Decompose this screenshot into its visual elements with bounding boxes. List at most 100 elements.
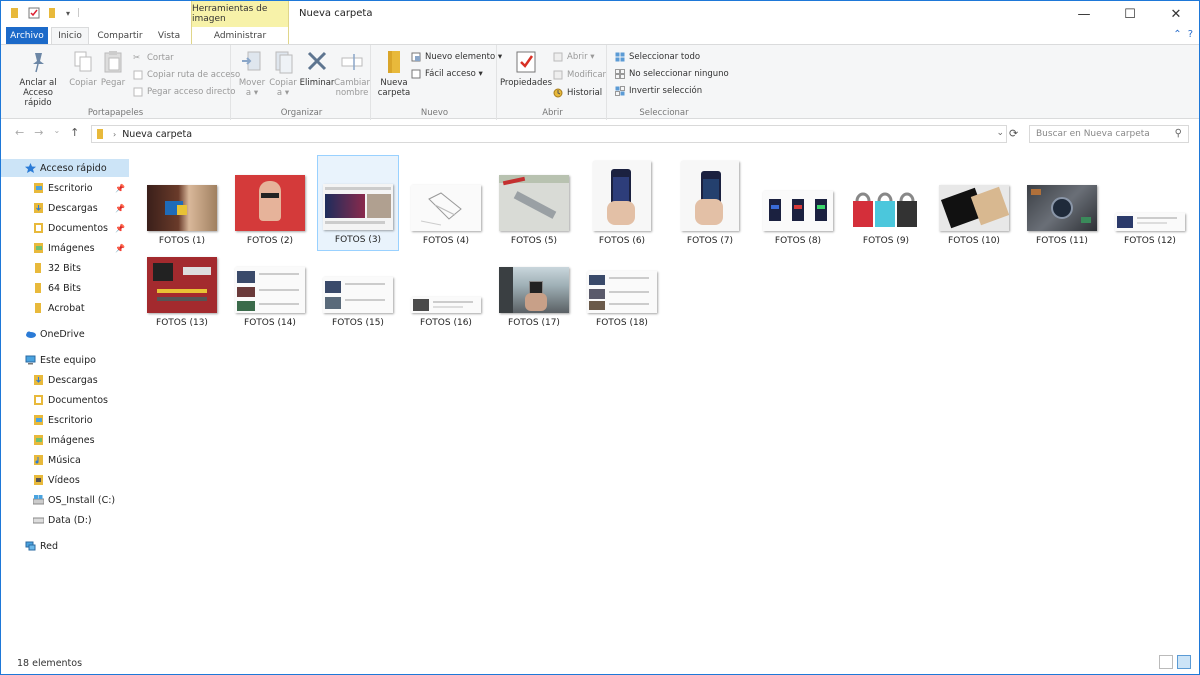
nav-item-pc-videos[interactable]: Vídeos xyxy=(1,471,129,489)
copy-path-button[interactable]: Copiar ruta de acceso xyxy=(133,70,240,80)
file-item[interactable]: FOTOS (3) xyxy=(317,155,399,251)
nav-item-downloads[interactable]: Descargas 📌 xyxy=(1,199,129,217)
easy-access-icon xyxy=(411,69,421,79)
open-button[interactable]: Abrir ▾ xyxy=(553,52,595,62)
nav-item-network[interactable]: Red xyxy=(1,537,129,555)
breadcrumb-separator-icon[interactable]: › xyxy=(113,130,116,139)
rename-button[interactable]: Cambiar nombre xyxy=(334,49,370,98)
select-group: Seleccionar todo No seleccionar ninguno … xyxy=(609,45,729,120)
details-view-icon[interactable] xyxy=(1159,655,1173,669)
nav-item-onedrive[interactable]: OneDrive xyxy=(1,325,129,343)
image-thumbnail xyxy=(593,161,651,231)
nav-item-drive-c[interactable]: OS_Install (C:) xyxy=(1,491,129,509)
move-to-button[interactable]: Mover a ▾ xyxy=(237,49,267,98)
file-item[interactable]: FOTOS (10) xyxy=(933,157,1015,253)
image-thumbnail xyxy=(147,185,217,231)
file-item[interactable]: FOTOS (18) xyxy=(581,239,663,335)
folder-icon[interactable] xyxy=(9,7,21,19)
copy-to-button[interactable]: Copiar a ▾ xyxy=(269,49,297,98)
history-button[interactable]: Historial xyxy=(553,88,602,98)
copy-path-label: Copiar ruta de acceso xyxy=(147,70,241,80)
copy-button[interactable]: Copiar xyxy=(69,49,97,88)
easy-access-button[interactable]: Fácil acceso ▾ xyxy=(411,69,483,79)
tab-file[interactable]: Archivo xyxy=(6,27,48,44)
quick-access-toolbar: ▾ | xyxy=(9,7,80,19)
title-bar: ▾ | Herramientas de imagen Nueva carpeta… xyxy=(1,1,1199,27)
invert-selection-button[interactable]: Invertir selección xyxy=(615,86,702,96)
paste-shortcut-button[interactable]: Pegar acceso directo xyxy=(133,87,235,97)
pin-label: Anclar al Acceso rápido xyxy=(19,78,57,108)
nav-item-pc-downloads[interactable]: Descargas xyxy=(1,371,129,389)
nav-item-label: Escritorio xyxy=(48,182,93,194)
tab-manage[interactable]: Administrar xyxy=(191,27,289,44)
edit-icon xyxy=(553,70,563,80)
select-all-button[interactable]: Seleccionar todo xyxy=(615,52,700,62)
file-item[interactable]: FOTOS (13) xyxy=(141,239,223,335)
file-name: FOTOS (14) xyxy=(244,318,296,328)
file-item[interactable]: FOTOS (14) xyxy=(229,239,311,335)
search-input[interactable]: Buscar en Nueva carpeta ⚲ xyxy=(1029,125,1189,143)
nav-item-pc-pictures[interactable]: Imágenes xyxy=(1,431,129,449)
recent-chevron-icon[interactable]: ⌄ xyxy=(53,126,60,139)
help-icon[interactable]: ? xyxy=(1188,29,1193,40)
image-thumbnail xyxy=(235,175,305,231)
address-dropdown-icon[interactable]: ⌄ xyxy=(996,128,1004,138)
properties-icon[interactable] xyxy=(28,7,40,19)
collapse-ribbon-icon[interactable]: ⌃ xyxy=(1173,29,1181,40)
file-item[interactable]: FOTOS (16) xyxy=(405,239,487,335)
nav-item-label: 64 Bits xyxy=(48,282,81,294)
select-none-button[interactable]: No seleccionar ninguno xyxy=(615,69,729,79)
new-folder-button[interactable]: Nueva carpeta xyxy=(377,49,411,98)
file-item[interactable]: FOTOS (11) xyxy=(1021,157,1103,253)
file-item[interactable]: FOTOS (17) xyxy=(493,239,575,335)
address-bar[interactable]: › Nueva carpeta ⌄ xyxy=(91,125,1007,143)
tab-home[interactable]: Inicio xyxy=(51,27,89,44)
nav-item-drive-d[interactable]: Data (D:) xyxy=(1,511,129,529)
customize-qat-icon[interactable]: ▾ xyxy=(66,9,70,18)
nav-item-pc-music[interactable]: Música xyxy=(1,451,129,469)
edit-button[interactable]: Modificar xyxy=(553,70,606,80)
nav-item-documents[interactable]: Documentos 📌 xyxy=(1,219,129,237)
cut-button[interactable]: ✂ Cortar xyxy=(133,53,174,63)
pin-quick-access-button[interactable]: Anclar al Acceso rápido xyxy=(9,49,67,108)
paste-button[interactable]: Pegar xyxy=(100,49,126,88)
file-item[interactable]: FOTOS (15) xyxy=(317,239,399,335)
nav-item-label: OS_Install (C:) xyxy=(48,494,116,506)
nav-item-pc-desktop[interactable]: Escritorio xyxy=(1,411,129,429)
nav-item-label: Imágenes xyxy=(48,242,95,254)
copy-path-icon xyxy=(133,70,143,80)
up-arrow-icon[interactable]: ↑ xyxy=(70,126,79,139)
refresh-icon[interactable]: ⟳ xyxy=(1009,127,1018,140)
new-item-icon xyxy=(411,52,421,62)
file-item[interactable]: FOTOS (12) xyxy=(1109,157,1191,253)
nav-item-this-pc[interactable]: Este equipo xyxy=(1,351,129,369)
file-item[interactable]: FOTOS (8) xyxy=(757,157,839,253)
back-arrow-icon[interactable]: ← xyxy=(15,126,24,139)
nav-item-desktop[interactable]: Escritorio 📌 xyxy=(1,179,129,197)
nav-item-quick-access[interactable]: Acceso rápido xyxy=(1,159,129,177)
new-item-button[interactable]: Nuevo elemento ▾ xyxy=(411,52,502,62)
tab-view[interactable]: Vista xyxy=(151,27,187,44)
image-thumbnail xyxy=(851,183,921,231)
new-folder-icon[interactable] xyxy=(47,7,59,19)
properties-button[interactable]: Propiedades xyxy=(500,49,552,88)
large-icons-view-icon[interactable] xyxy=(1177,655,1191,669)
delete-button[interactable]: Eliminar xyxy=(300,49,334,88)
file-item[interactable]: FOTOS (9) xyxy=(845,157,927,253)
nav-item-pc-documents[interactable]: Documentos xyxy=(1,391,129,409)
paste-shortcut-label: Pegar acceso directo xyxy=(147,87,236,97)
forward-arrow-icon[interactable]: → xyxy=(34,126,43,139)
image-thumbnail xyxy=(587,271,657,313)
nav-item-64-bits[interactable]: 64 Bits xyxy=(1,279,129,297)
breadcrumb-current[interactable]: Nueva carpeta xyxy=(122,129,192,140)
tab-share[interactable]: Compartir xyxy=(95,27,145,44)
file-item[interactable]: FOTOS (7) xyxy=(669,157,751,253)
paste-label: Pegar xyxy=(100,78,126,88)
close-button[interactable]: ✕ xyxy=(1153,1,1199,27)
nav-item-pictures[interactable]: Imágenes 📌 xyxy=(1,239,129,257)
nav-item-label: Acceso rápido xyxy=(40,162,107,174)
nav-item-32-bits[interactable]: 32 Bits xyxy=(1,259,129,277)
nav-item-acrobat[interactable]: Acrobat xyxy=(1,299,129,317)
maximize-button[interactable]: ☐ xyxy=(1107,1,1153,27)
minimize-button[interactable]: — xyxy=(1061,1,1107,27)
